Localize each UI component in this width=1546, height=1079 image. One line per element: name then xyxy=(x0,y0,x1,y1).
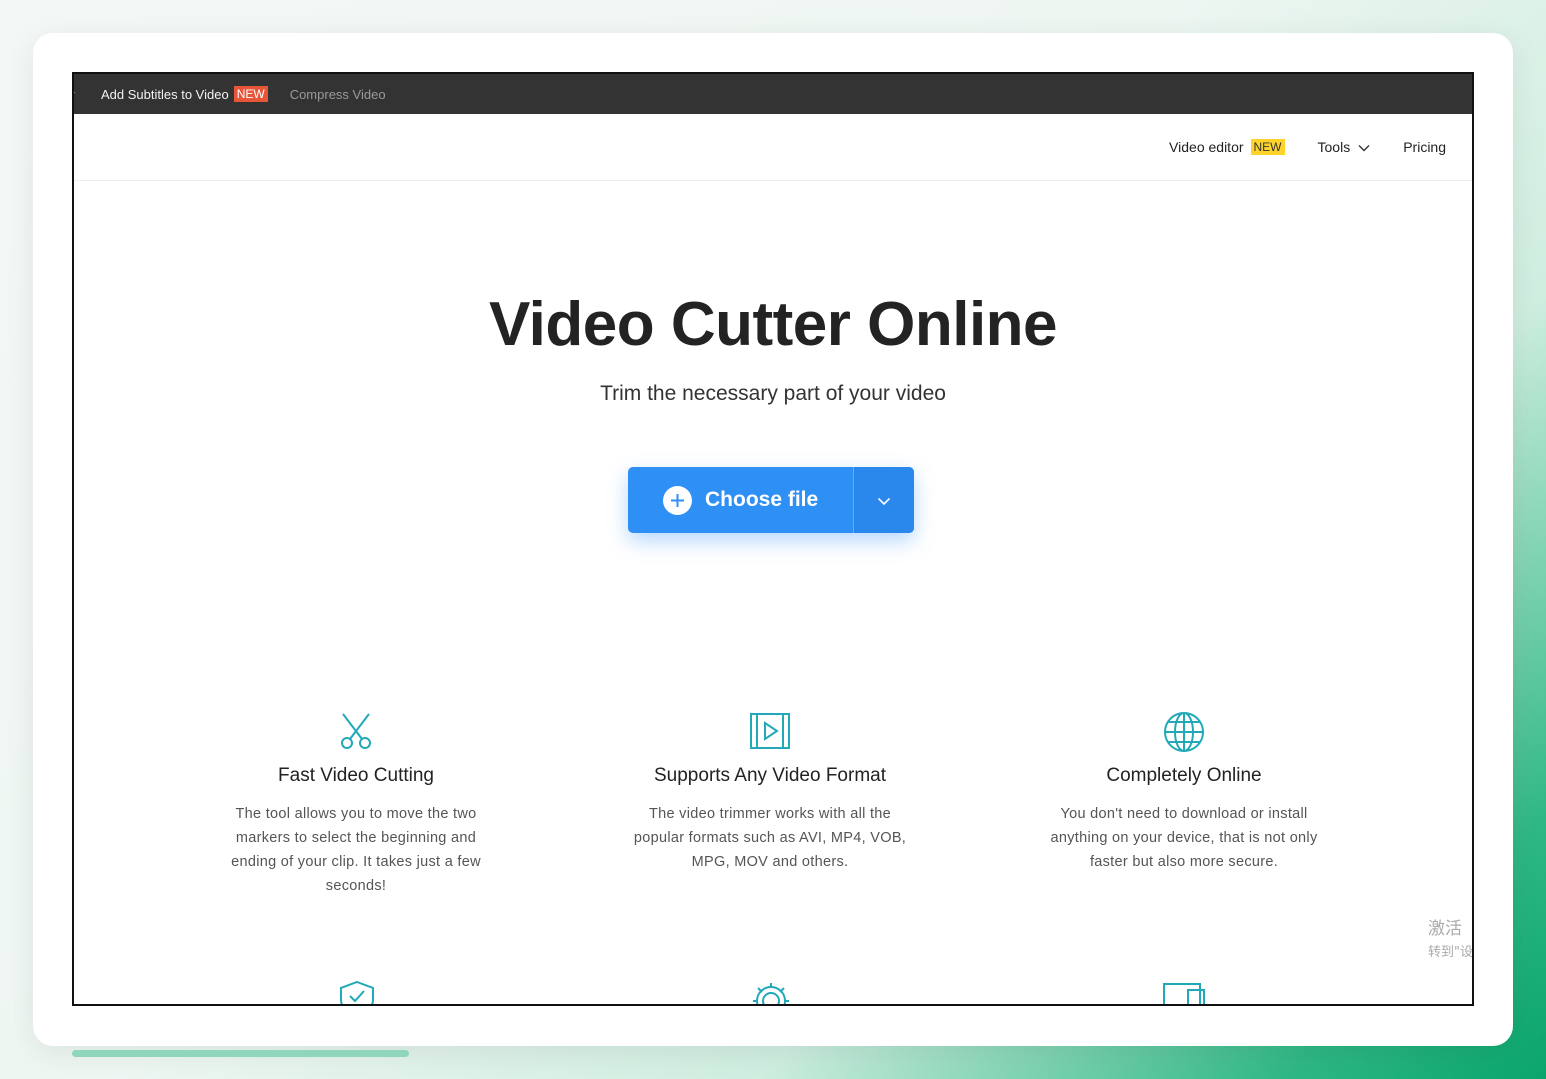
feature-text: The tool allows you to move the two mark… xyxy=(231,806,481,894)
feature-completely-online: Completely Online You don't need to down… xyxy=(1034,711,1334,874)
nav-pricing-label: Pricing xyxy=(1403,139,1446,155)
compress-video-label: Compress Video xyxy=(289,86,386,102)
chevron-down-icon xyxy=(877,491,891,510)
main-navbar: Video editor NEW Tools Pricing xyxy=(74,114,1472,181)
choose-file-label: Choose file xyxy=(705,488,819,511)
page-subtitle: Trim the necessary part of your video xyxy=(600,382,946,405)
chevron-down-icon xyxy=(1358,139,1370,155)
devices-icon xyxy=(1162,980,1206,1004)
add-subtitles-link[interactable]: Add Subtitles to Video NEW xyxy=(101,86,268,102)
nav-video-editor-label: Video editor xyxy=(1169,139,1244,155)
nav-tools[interactable]: Tools xyxy=(1318,139,1371,155)
browser-viewport: r Add Subtitles to Video NEW Compress Vi… xyxy=(72,72,1474,1006)
feature-text: The video trimmer works with all the pop… xyxy=(633,806,907,870)
feature-text: You don't need to download or install an… xyxy=(1050,806,1318,870)
choose-file-dropdown-button[interactable] xyxy=(854,467,914,533)
scissors-icon xyxy=(206,711,506,751)
nav-pricing[interactable]: Pricing xyxy=(1403,139,1446,155)
new-badge: NEW xyxy=(1250,139,1285,155)
nav-tools-label: Tools xyxy=(1317,139,1351,155)
page-title: Video Cutter Online xyxy=(488,290,1058,359)
watermark-line1: 激活 xyxy=(1428,919,1462,939)
feature-title: Completely Online xyxy=(1106,765,1262,786)
watermark-line2: 转到"设 xyxy=(1428,945,1473,960)
shield-check-icon xyxy=(338,980,376,1004)
strip-cut-link[interactable]: r xyxy=(74,87,83,102)
compress-video-link[interactable]: Compress Video xyxy=(290,87,386,102)
nav-video-editor[interactable]: Video editor NEW xyxy=(1169,139,1285,155)
feature-title: Supports Any Video Format xyxy=(654,765,886,786)
feature-title: Fast Video Cutting xyxy=(278,765,434,786)
new-badge: NEW xyxy=(233,86,268,102)
horizontal-scrollbar-thumb[interactable] xyxy=(72,1050,409,1057)
gear-icon xyxy=(750,980,792,1004)
globe-icon xyxy=(1034,711,1334,752)
add-subtitles-label: Add Subtitles to Video xyxy=(101,86,229,102)
activation-watermark: 激活 转到"设 xyxy=(1428,914,1473,960)
feature-any-format: Supports Any Video Format The video trim… xyxy=(620,711,920,874)
top-tools-strip: r Add Subtitles to Video NEW Compress Vi… xyxy=(74,74,1472,114)
feature-fast-cutting: Fast Video Cutting The tool allows you t… xyxy=(206,711,506,898)
choose-file-button-group: Choose file xyxy=(628,467,914,533)
video-play-icon xyxy=(620,711,920,751)
plus-icon xyxy=(663,485,692,515)
choose-file-button[interactable]: Choose file xyxy=(628,467,853,533)
